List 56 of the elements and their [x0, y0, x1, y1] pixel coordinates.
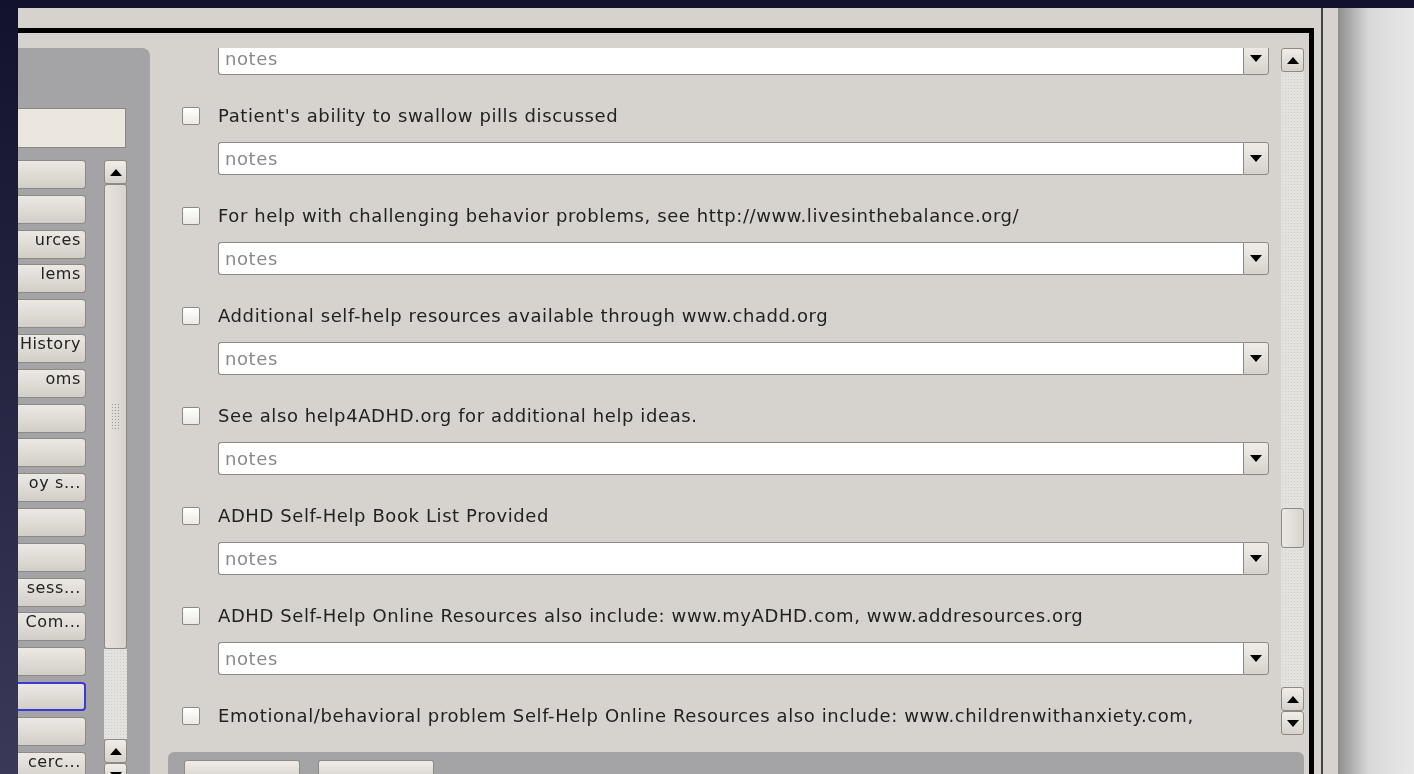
- dialog-button[interactable]: [184, 760, 300, 774]
- sidebar-button[interactable]: urces: [18, 229, 86, 259]
- dropdown-button[interactable]: [1243, 242, 1269, 275]
- checkbox[interactable]: [182, 707, 200, 725]
- sidebar-button[interactable]: Com...: [18, 612, 86, 642]
- sidebar-button[interactable]: oy s...: [18, 473, 86, 503]
- scroll-up-icon[interactable]: [104, 739, 127, 763]
- dropdown-button[interactable]: [1243, 48, 1269, 75]
- sidebar-button[interactable]: [18, 647, 86, 677]
- sidebar-button[interactable]: [18, 681, 86, 711]
- notes-field[interactable]: notes: [218, 142, 1243, 175]
- scrollbar-thumb[interactable]: [104, 184, 127, 649]
- sidebar-button[interactable]: sess...: [18, 577, 86, 607]
- sidebar-button[interactable]: [18, 438, 86, 468]
- checkbox-label: Patient's ability to swallow pills discussed: [218, 106, 619, 126]
- dropdown-button[interactable]: [1243, 642, 1269, 675]
- dropdown-button[interactable]: [1243, 142, 1269, 175]
- scroll-down-icon[interactable]: [1281, 711, 1304, 735]
- sidebar-button[interactable]: lems: [18, 264, 86, 294]
- notes-field[interactable]: notes: [218, 442, 1243, 475]
- sidebar-button[interactable]: [18, 507, 86, 537]
- checkbox[interactable]: [182, 307, 200, 325]
- dropdown-button[interactable]: [1243, 542, 1269, 575]
- notes-field[interactable]: notes: [218, 342, 1243, 375]
- checkbox-label: ADHD Self-Help Book List Provided: [218, 506, 550, 526]
- checkbox[interactable]: [182, 507, 200, 525]
- scroll-up-icon[interactable]: [1281, 48, 1304, 72]
- checkbox[interactable]: [182, 107, 200, 125]
- dialog-button[interactable]: [318, 760, 434, 774]
- checkbox-label: Additional self-help resources available through www.chadd.org: [218, 306, 829, 326]
- sidebar-button[interactable]: [18, 542, 86, 572]
- checkbox-label: See also help4ADHD.org for additional help ideas.: [218, 406, 698, 426]
- checkbox[interactable]: [182, 607, 200, 625]
- scroll-up-icon[interactable]: [104, 160, 127, 184]
- sidebar-button[interactable]: [18, 403, 86, 433]
- sidebar-button[interactable]: [18, 299, 86, 329]
- notes-field[interactable]: notes: [218, 542, 1243, 575]
- checkbox[interactable]: [182, 207, 200, 225]
- notes-field[interactable]: notes: [218, 48, 1243, 75]
- dropdown-button[interactable]: [1243, 342, 1269, 375]
- checkbox-label: For help with challenging behavior problems, see http://www.livesinthebalance.org/: [218, 206, 1020, 226]
- scrollbar-thumb[interactable]: [1281, 508, 1304, 548]
- dropdown-button[interactable]: [1243, 442, 1269, 475]
- checkbox-label: ADHD Self-Help Online Resources also include: www.myADHD.com, www.addresources.org: [218, 606, 1084, 626]
- checkbox[interactable]: [182, 407, 200, 425]
- notes-field[interactable]: notes: [218, 242, 1243, 275]
- sidebar-button[interactable]: oms: [18, 368, 86, 398]
- sidebar-button[interactable]: cerc...: [18, 751, 86, 774]
- scroll-up-icon[interactable]: [1281, 687, 1304, 711]
- sidebar-button[interactable]: [18, 160, 86, 189]
- sidebar-button[interactable]: [18, 194, 86, 224]
- checkbox-label: Emotional/behavioral problem Self-Help Online Resources also include: www.childrenwithanxiety.com,: [218, 706, 1194, 726]
- notes-field[interactable]: notes: [218, 642, 1243, 675]
- sidebar-button[interactable]: [18, 716, 86, 746]
- search-field[interactable]: [18, 108, 126, 148]
- sidebar-button[interactable]: History: [18, 334, 86, 363]
